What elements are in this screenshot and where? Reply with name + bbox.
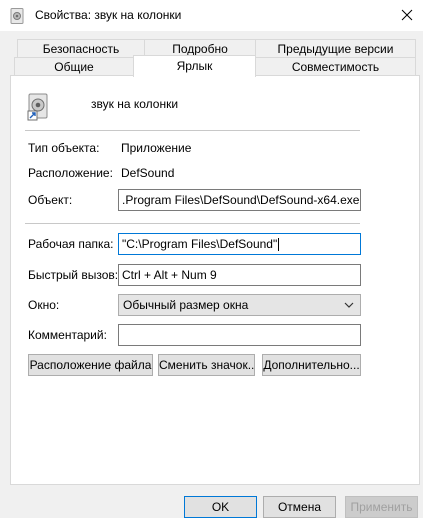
target-label: Объект:: [28, 193, 73, 207]
target-input[interactable]: .Program Files\DefSound\DefSound-x64.exe…: [118, 189, 361, 211]
cancel-button[interactable]: Отмена: [263, 496, 336, 518]
speaker-app-icon: [10, 8, 24, 24]
shortcut-file-icon: [27, 93, 49, 121]
run-label: Окно:: [28, 298, 60, 312]
hotkey-label: Быстрый вызов:: [28, 268, 119, 282]
advanced-button[interactable]: Дополнительно...: [262, 354, 361, 376]
chevron-down-icon: [344, 302, 354, 308]
hotkey-input[interactable]: Ctrl + Alt + Num 9: [118, 264, 361, 286]
close-icon: [401, 9, 413, 21]
comment-label: Комментарий:: [28, 328, 107, 342]
target-location-value: DefSound: [121, 166, 175, 180]
hotkey-input-value: Ctrl + Alt + Num 9: [122, 268, 217, 282]
background-window-strip: [0, 31, 10, 518]
tab-security[interactable]: Безопасность: [17, 39, 145, 58]
tab-shortcut[interactable]: Ярлык: [133, 55, 256, 77]
tab-previous-versions[interactable]: Предыдущие версии: [255, 39, 416, 58]
change-icon-button[interactable]: Сменить значок...: [158, 354, 255, 376]
run-select[interactable]: Обычный размер окна: [118, 294, 361, 316]
target-type-value: Приложение: [121, 141, 192, 155]
ok-button[interactable]: OK: [184, 496, 257, 518]
run-select-value: Обычный размер окна: [123, 298, 249, 312]
window-title: Свойства: звук на колонки: [35, 8, 182, 22]
text-caret: [278, 238, 280, 252]
properties-dialog: Свойства: звук на колонки Безопасность П…: [0, 0, 423, 518]
title-bar: Свойства: звук на колонки: [0, 0, 423, 31]
tab-general[interactable]: Общие: [14, 57, 134, 76]
target-location-label: Расположение:: [28, 166, 113, 180]
apply-button[interactable]: Применить: [345, 496, 418, 518]
close-button[interactable]: [391, 0, 423, 31]
target-input-value: .Program Files\DefSound\DefSound-x64.exe…: [122, 193, 361, 207]
comment-input[interactable]: [118, 324, 361, 346]
divider: [25, 223, 360, 224]
divider: [25, 130, 360, 131]
start-in-input[interactable]: "C:\Program Files\DefSound": [118, 233, 361, 255]
open-file-location-button[interactable]: Расположение файла: [28, 354, 153, 376]
shortcut-name: звук на колонки: [91, 97, 179, 111]
target-type-label: Тип объекта:: [28, 141, 100, 155]
tab-compatibility[interactable]: Совместимость: [255, 57, 416, 76]
start-in-input-value: "C:\Program Files\DefSound": [122, 237, 278, 251]
start-in-label: Рабочая папка:: [28, 237, 114, 251]
